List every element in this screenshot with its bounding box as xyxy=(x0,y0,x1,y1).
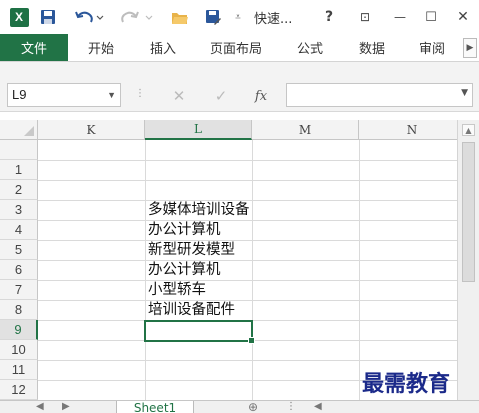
open-button[interactable] xyxy=(168,6,192,28)
confirm-entry-button[interactable]: ✓ xyxy=(208,85,234,107)
insert-function-button[interactable]: fx xyxy=(248,85,274,107)
save-as-icon xyxy=(205,9,221,25)
tab-split-icon[interactable]: ⋮ xyxy=(286,401,296,413)
column-header-m[interactable]: M xyxy=(252,120,359,140)
row-header-1[interactable]: 1 xyxy=(0,160,38,180)
vertical-scrollbar[interactable]: ▲ xyxy=(457,120,479,400)
gridline xyxy=(359,140,360,400)
cell-l3[interactable]: 多媒体培训设备 xyxy=(148,200,250,220)
row-header-3[interactable]: 3 xyxy=(0,200,38,220)
ribbon-display-button[interactable]: ⊡ xyxy=(352,6,378,28)
tab-formulas[interactable]: 公式 xyxy=(287,34,333,61)
column-header-l[interactable]: L xyxy=(145,120,252,140)
cancel-entry-button[interactable]: ✕ xyxy=(166,85,192,107)
scroll-up-icon[interactable]: ▲ xyxy=(462,124,475,136)
tab-data[interactable]: 数据 xyxy=(349,34,395,61)
row-header-4[interactable]: 4 xyxy=(0,220,38,240)
scrollbar-thumb[interactable] xyxy=(462,142,475,282)
row-header-6[interactable]: 6 xyxy=(0,260,38,280)
save-button[interactable] xyxy=(36,6,60,28)
column-header-n[interactable]: N xyxy=(359,120,457,140)
maximize-button[interactable]: ☐ xyxy=(418,6,444,28)
customize-toolbar-icon[interactable]: ⩡ xyxy=(230,6,246,28)
worksheet-grid[interactable]: K L M N 1 2 3 4 5 6 7 8 9 10 11 12 多媒体培训… xyxy=(0,120,457,400)
row-header-2[interactable]: 2 xyxy=(0,180,38,200)
row-header-9[interactable]: 9 xyxy=(0,320,38,340)
tab-file[interactable]: 文件 xyxy=(0,34,68,61)
select-all-button[interactable] xyxy=(0,120,38,140)
new-sheet-icon[interactable]: ⊕ xyxy=(248,401,258,413)
row-header-blank xyxy=(0,140,38,160)
row-header-7[interactable]: 7 xyxy=(0,280,38,300)
cell-l6[interactable]: 办公计算机 xyxy=(148,260,221,280)
undo-button[interactable] xyxy=(72,6,106,28)
formula-bar: L9 ▼ ⋮ ✕ ✓ fx ▼ xyxy=(0,80,479,112)
excel-icon: X xyxy=(9,7,29,27)
redo-icon xyxy=(121,11,153,23)
active-cell-l9[interactable] xyxy=(144,320,255,344)
scroll-left-icon[interactable]: ◀ xyxy=(314,401,322,413)
folder-icon xyxy=(172,12,188,24)
name-box[interactable]: L9 ▼ xyxy=(7,83,121,107)
row-header-8[interactable]: 8 xyxy=(0,300,38,320)
gridline xyxy=(38,260,457,261)
row-header-10[interactable]: 10 xyxy=(0,340,38,360)
close-button[interactable]: ✕ xyxy=(450,6,476,28)
cell-l8[interactable]: 培训设备配件 xyxy=(148,300,235,320)
gridline xyxy=(38,300,457,301)
collapsed-ribbon-area xyxy=(0,62,479,80)
row-header-5[interactable]: 5 xyxy=(0,240,38,260)
watermark-logo: 最需教育 xyxy=(362,371,451,397)
expand-formula-bar-icon[interactable]: ▼ xyxy=(461,88,468,98)
next-sheet-icon[interactable]: ▶ xyxy=(62,401,70,413)
tab-page-layout[interactable]: 页面布局 xyxy=(200,34,272,61)
cell-l4[interactable]: 办公计算机 xyxy=(148,220,221,240)
name-box-value: L9 xyxy=(12,87,27,102)
redo-button[interactable] xyxy=(117,6,157,28)
formula-input[interactable]: ▼ xyxy=(286,83,473,107)
help-button[interactable]: ? xyxy=(316,6,342,28)
ribbon-tabs: 文件 开始 插入 页面布局 公式 数据 审阅 ▶ xyxy=(0,34,479,62)
tab-review[interactable]: 审阅 xyxy=(409,34,455,61)
title-bar: X ⩡ 快速... ? ⊡ — ☐ ✕ xyxy=(0,0,479,34)
gridline xyxy=(145,140,146,400)
gridline xyxy=(38,160,457,161)
undo-icon xyxy=(75,11,104,23)
gridline xyxy=(38,220,457,221)
previous-sheet-icon[interactable]: ◀ xyxy=(36,401,44,413)
row-header-12[interactable]: 12 xyxy=(0,380,38,400)
excel-app-icon[interactable]: X xyxy=(5,6,33,28)
column-header-k[interactable]: K xyxy=(38,120,145,140)
ribbon-scroll-right-icon[interactable]: ▶ xyxy=(463,38,477,58)
minimize-button[interactable]: — xyxy=(387,6,413,28)
cell-l7[interactable]: 小型轿车 xyxy=(148,280,206,300)
sheet-tabs-bar: ◀ ▶ Sheet1 ⊕ ⋮ ◀ xyxy=(0,400,479,413)
gridline xyxy=(38,240,457,241)
gridline xyxy=(252,140,253,400)
chevron-down-icon[interactable]: ▼ xyxy=(107,84,116,106)
tab-home[interactable]: 开始 xyxy=(78,34,124,61)
grip-icon[interactable]: ⋮ xyxy=(135,88,145,99)
window-title: 快速... xyxy=(254,12,293,27)
save-icon xyxy=(41,10,55,24)
gridline xyxy=(38,180,457,181)
sheet-tab-active[interactable]: Sheet1 xyxy=(116,401,194,413)
cell-l5[interactable]: 新型研发模型 xyxy=(148,240,235,260)
gridline xyxy=(38,280,457,281)
save-as-button[interactable] xyxy=(201,6,225,28)
gridline xyxy=(38,360,457,361)
row-header-11[interactable]: 11 xyxy=(0,360,38,380)
tab-insert[interactable]: 插入 xyxy=(140,34,186,61)
